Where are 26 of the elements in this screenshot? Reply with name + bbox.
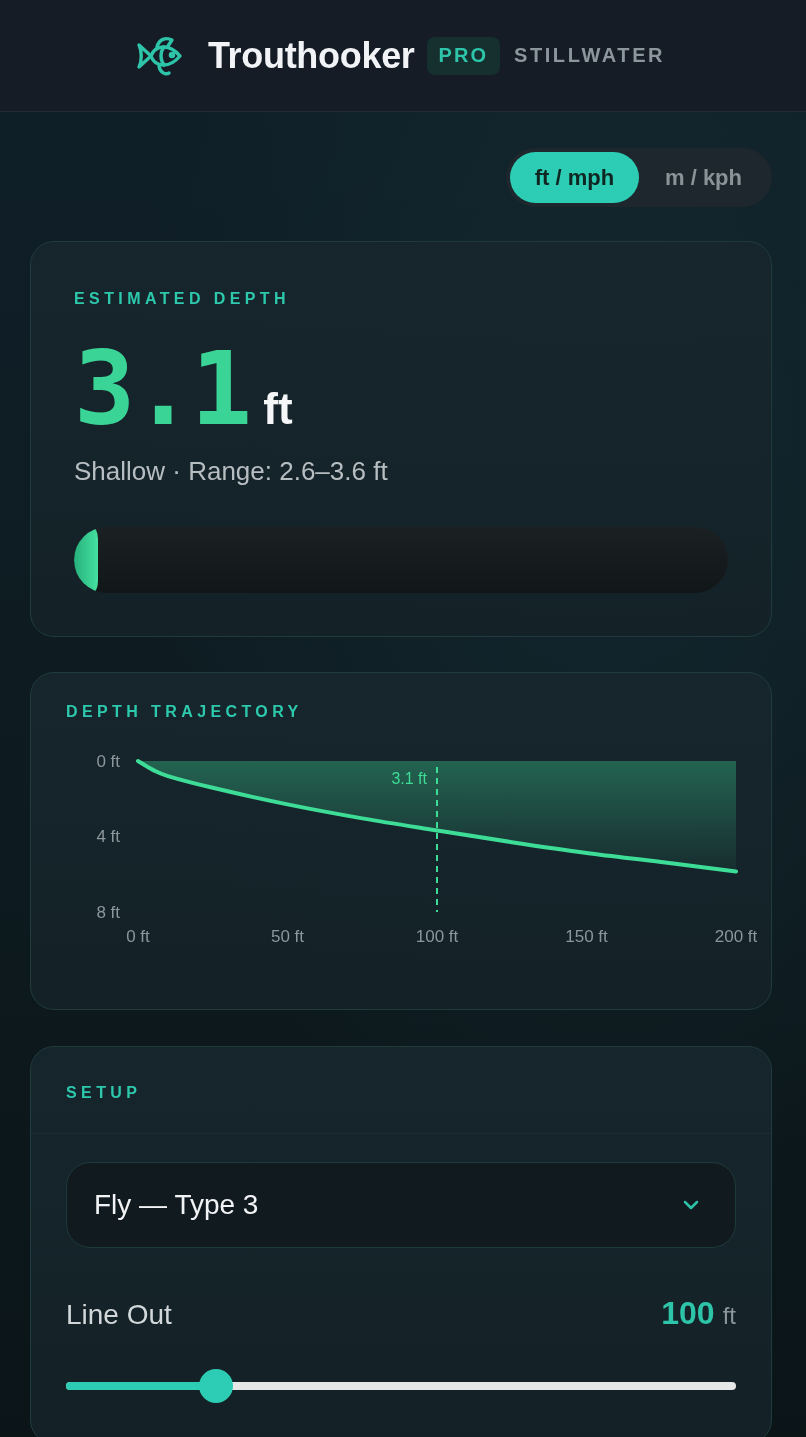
x-axis-label: 50 ft (270, 927, 305, 946)
x-axis-label: 100 ft (415, 927, 459, 946)
unit-option[interactable]: m / kph (639, 152, 768, 203)
line-out-label: Line Out (66, 1298, 172, 1332)
line-out-unit: ft (722, 1302, 736, 1330)
depth-summary: Shallow · Range: 2.6–3.6 ft (74, 455, 388, 487)
slider-thumb[interactable] (199, 1369, 234, 1403)
section-title: ESTIMATED DEPTH (74, 289, 290, 309)
y-axis-label: 4 ft (96, 827, 120, 846)
x-axis-label: 0 ft (126, 927, 150, 946)
reference-label: 3.1 ft (391, 770, 427, 787)
unit-option[interactable]: ft / mph (510, 152, 639, 203)
line-out-slider[interactable] (66, 1369, 736, 1403)
x-axis-label: 200 ft (714, 927, 758, 946)
section-title: SETUP (66, 1083, 142, 1103)
line-type-select[interactable]: Fly — Type 3 (66, 1162, 736, 1248)
section-title: DEPTH TRAJECTORY (66, 702, 303, 722)
app-title: Trouthooker (207, 34, 415, 77)
mode-label: STILLWATER (513, 44, 666, 67)
pro-badge: PRO (426, 36, 500, 75)
x-axis-label: 150 ft (565, 927, 608, 946)
y-axis-label: 8 ft (96, 902, 120, 922)
depth-unit: ft (263, 384, 293, 434)
line-out-value: 100 (661, 1295, 715, 1332)
depth-value: 3.1 (74, 339, 250, 439)
y-axis-label: 0 ft (96, 751, 120, 771)
